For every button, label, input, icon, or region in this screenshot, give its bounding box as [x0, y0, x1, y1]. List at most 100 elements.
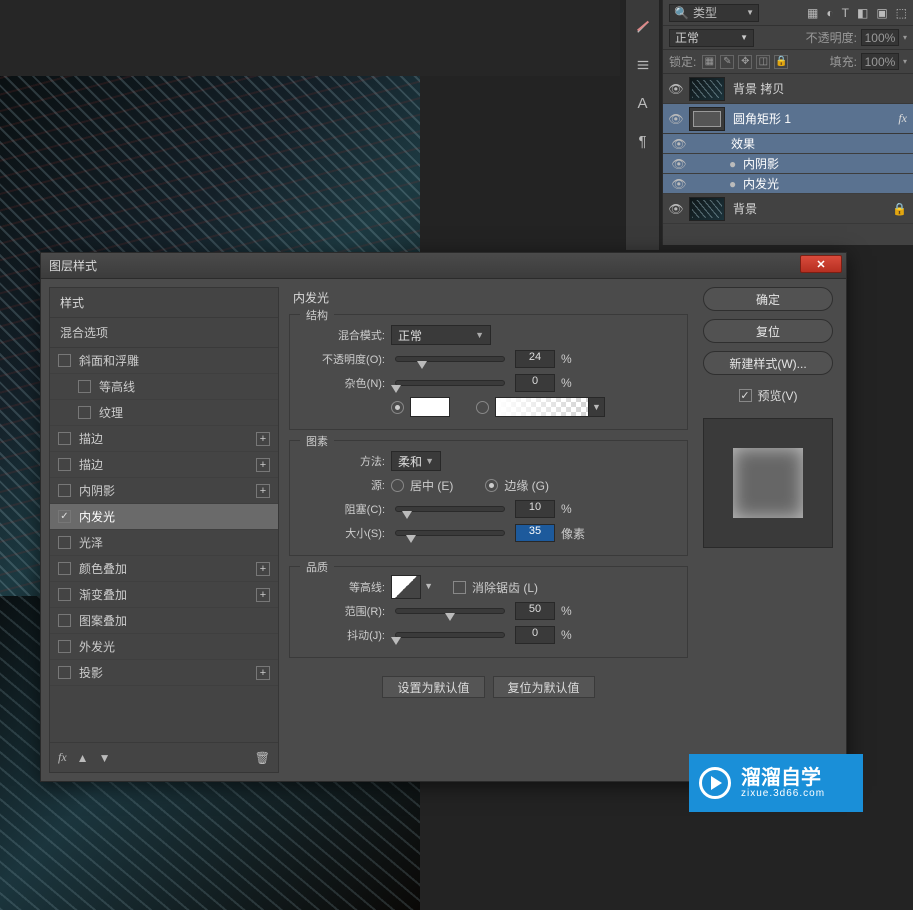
style-checkbox[interactable]	[58, 432, 71, 445]
choke-input[interactable]: 10	[515, 500, 555, 518]
style-item[interactable]: 纹理	[50, 400, 278, 426]
lock-pos-icon[interactable]: ✥	[738, 55, 752, 69]
make-default-button[interactable]: 设置为默认值	[382, 676, 484, 698]
opacity-input[interactable]: 24	[515, 350, 555, 368]
source-edge-radio[interactable]	[485, 479, 498, 492]
style-item[interactable]: 外发光	[50, 634, 278, 660]
filter-artboard-icon[interactable]: ⬚	[896, 6, 907, 20]
choke-slider[interactable]	[395, 506, 505, 512]
move-up-icon[interactable]: ▲	[77, 751, 89, 765]
style-checkbox[interactable]	[58, 484, 71, 497]
chevron-down-icon[interactable]: ▾	[903, 57, 907, 66]
gradient-radio[interactable]	[476, 401, 489, 414]
style-checkbox[interactable]	[58, 614, 71, 627]
chevron-down-icon[interactable]: ▼	[588, 398, 604, 416]
fx-badge[interactable]: fx	[898, 111, 907, 126]
move-down-icon[interactable]: ▼	[99, 751, 111, 765]
style-item[interactable]: 斜面和浮雕	[50, 348, 278, 374]
style-checkbox[interactable]	[58, 562, 71, 575]
style-checkbox[interactable]	[58, 640, 71, 653]
style-checkbox[interactable]	[78, 380, 91, 393]
add-effect-icon[interactable]: +	[256, 458, 270, 472]
filter-shape-icon[interactable]: ◧	[857, 6, 868, 20]
lock-trans-icon[interactable]: ▦	[702, 55, 716, 69]
filter-pixel-icon[interactable]: ▦	[807, 6, 818, 20]
add-effect-icon[interactable]: +	[256, 562, 270, 576]
style-checkbox[interactable]	[58, 458, 71, 471]
visibility-icon[interactable]: 👁	[663, 82, 689, 96]
style-checkbox[interactable]	[58, 510, 71, 523]
layer-thumbnail[interactable]	[689, 197, 725, 221]
blend-mode-select[interactable]: 正常▼	[391, 325, 491, 345]
layer-type-filter[interactable]: 🔍 类型 ▼	[669, 4, 759, 22]
size-input[interactable]: 35	[515, 524, 555, 542]
panel-icon[interactable]	[631, 53, 655, 77]
color-swatch[interactable]	[410, 397, 450, 417]
layer-row[interactable]: 👁 背景 拷贝	[663, 74, 913, 104]
preview-checkbox[interactable]	[739, 389, 752, 402]
effect-item[interactable]: 👁 ● 内发光	[663, 174, 913, 194]
noise-slider[interactable]	[395, 380, 505, 386]
style-item[interactable]: 图案叠加	[50, 608, 278, 634]
style-item[interactable]: 内发光	[50, 504, 278, 530]
style-item[interactable]: 颜色叠加+	[50, 556, 278, 582]
range-slider[interactable]	[395, 608, 505, 614]
size-slider[interactable]	[395, 530, 505, 536]
filter-smart-icon[interactable]: ▣	[876, 6, 887, 20]
ok-button[interactable]: 确定	[703, 287, 833, 311]
add-effect-icon[interactable]: +	[256, 666, 270, 680]
technique-select[interactable]: 柔和▼	[391, 451, 441, 471]
style-item[interactable]: 投影+	[50, 660, 278, 686]
styles-header[interactable]: 样式	[50, 288, 278, 318]
add-effect-icon[interactable]: +	[256, 484, 270, 498]
lock-all-icon[interactable]: 🔒	[774, 55, 788, 69]
effect-item[interactable]: 👁 ● 内阴影	[663, 154, 913, 174]
visibility-icon[interactable]: 👁	[663, 112, 689, 126]
style-checkbox[interactable]	[58, 588, 71, 601]
gradient-swatch[interactable]: ▼	[495, 397, 605, 417]
layer-row[interactable]: 👁 背景 🔒	[663, 194, 913, 224]
layer-thumbnail[interactable]	[689, 107, 725, 131]
visibility-icon[interactable]: 👁	[667, 177, 691, 191]
character-panel-icon[interactable]: A	[631, 91, 655, 115]
fx-menu-icon[interactable]: fx	[58, 750, 67, 765]
style-item[interactable]: 等高线	[50, 374, 278, 400]
new-style-button[interactable]: 新建样式(W)...	[703, 351, 833, 375]
fill-value[interactable]: 100%	[861, 53, 899, 70]
brush-stroke-icon[interactable]	[631, 15, 655, 39]
style-item[interactable]: 光泽	[50, 530, 278, 556]
layer-thumbnail[interactable]	[689, 77, 725, 101]
color-radio[interactable]	[391, 401, 404, 414]
style-item[interactable]: 描边+	[50, 426, 278, 452]
dialog-titlebar[interactable]: 图层样式 ✕	[41, 253, 846, 279]
preview-toggle[interactable]: 预览(V)	[739, 387, 798, 404]
source-center-radio[interactable]	[391, 479, 404, 492]
antialias-checkbox[interactable]	[453, 581, 466, 594]
layer-row[interactable]: 👁 圆角矩形 1 fx	[663, 104, 913, 134]
style-checkbox[interactable]	[58, 354, 71, 367]
reset-default-button[interactable]: 复位为默认值	[493, 676, 595, 698]
add-effect-icon[interactable]: +	[256, 432, 270, 446]
opacity-slider[interactable]	[395, 356, 505, 362]
contour-picker[interactable]: ▼	[391, 575, 421, 599]
style-item[interactable]: 描边+	[50, 452, 278, 478]
chevron-down-icon[interactable]: ▾	[903, 33, 907, 42]
close-button[interactable]: ✕	[800, 255, 842, 273]
reset-button[interactable]: 复位	[703, 319, 833, 343]
range-input[interactable]: 50	[515, 602, 555, 620]
paragraph-panel-icon[interactable]: ¶	[631, 129, 655, 153]
lock-pixels-icon[interactable]: ✎	[720, 55, 734, 69]
style-checkbox[interactable]	[58, 666, 71, 679]
effect-group[interactable]: 👁 效果	[663, 134, 913, 154]
chevron-down-icon[interactable]: ▼	[424, 581, 433, 591]
trash-icon[interactable]: 🗑	[255, 751, 270, 765]
filter-adjust-icon[interactable]: ◐	[826, 6, 833, 20]
add-effect-icon[interactable]: +	[256, 588, 270, 602]
visibility-icon[interactable]: 👁	[667, 157, 691, 171]
filter-type-icon[interactable]: T	[842, 6, 849, 20]
jitter-slider[interactable]	[395, 632, 505, 638]
style-item[interactable]: 渐变叠加+	[50, 582, 278, 608]
style-item[interactable]: 内阴影+	[50, 478, 278, 504]
noise-input[interactable]: 0	[515, 374, 555, 392]
visibility-icon[interactable]: 👁	[667, 137, 691, 151]
